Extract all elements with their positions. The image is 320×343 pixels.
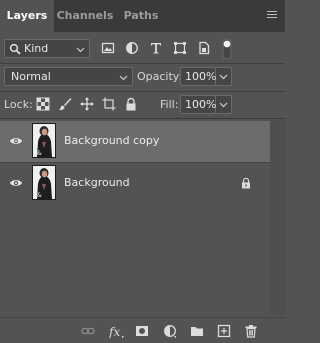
lock-label: Lock: (4, 98, 33, 111)
type-filter-icon[interactable] (149, 41, 163, 55)
panel-menu-icon[interactable] (267, 11, 277, 20)
fill-input[interactable]: 100% (180, 95, 216, 114)
lock-image-pixels-icon[interactable] (58, 97, 72, 111)
image-filter-icon[interactable] (101, 41, 115, 55)
tab-bar: Layers Channels Paths (0, 0, 285, 32)
adjustment-layer-icon[interactable] (163, 324, 177, 338)
layer-name[interactable]: Background copy (64, 134, 159, 147)
svg-text:&: & (37, 150, 42, 157)
tab-channels[interactable]: Channels (54, 0, 116, 32)
lock-artboard-icon[interactable] (102, 97, 116, 111)
lock-transparent-pixels-icon[interactable] (36, 97, 50, 111)
chevron-down-icon (219, 74, 228, 80)
adjustment-filter-icon[interactable] (125, 41, 139, 55)
lock-icon (242, 177, 250, 189)
new-layer-icon[interactable] (217, 324, 231, 338)
tab-layers[interactable]: Layers (0, 0, 54, 32)
layers-scrollbar[interactable] (270, 120, 285, 315)
layer-mask-icon[interactable] (135, 324, 149, 338)
opacity-input[interactable]: 100% (180, 67, 216, 86)
opacity-label: Opacity: (137, 70, 183, 83)
lock-all-icon[interactable] (124, 97, 138, 111)
lock-position-icon[interactable] (80, 97, 94, 111)
tab-paths[interactable]: Paths (116, 0, 166, 32)
layer-thumbnail: & (32, 165, 56, 200)
filter-kind-label: Kind (24, 42, 49, 55)
layer-thumbnail: & (32, 123, 56, 158)
chevron-down-icon (76, 47, 85, 53)
chevron-down-icon (219, 102, 228, 108)
blend-mode-value: Normal (11, 70, 51, 83)
layer-row[interactable]: & Background copy (0, 121, 270, 162)
layers-panel: Layers Channels Paths Kind Normal Opacit… (0, 0, 285, 343)
divider (0, 63, 285, 64)
eye-icon[interactable] (9, 177, 23, 189)
shape-filter-icon[interactable] (173, 41, 187, 55)
divider (0, 118, 285, 119)
search-icon (9, 43, 21, 55)
layer-row[interactable]: & Background (0, 163, 270, 204)
fill-label: Fill: (160, 98, 179, 111)
smart-object-filter-icon[interactable] (197, 41, 211, 55)
filter-toggle-icon[interactable] (222, 38, 232, 60)
layer-name[interactable]: Background (64, 176, 130, 189)
group-folder-icon[interactable] (190, 324, 204, 338)
chevron-down-icon (119, 75, 128, 81)
divider (0, 91, 285, 92)
opacity-dropdown-button[interactable] (216, 67, 232, 86)
trash-icon[interactable] (244, 324, 258, 338)
svg-text:fx: fx (109, 325, 120, 338)
fill-dropdown-button[interactable] (216, 95, 232, 114)
filter-kind-select[interactable]: Kind (4, 39, 90, 58)
eye-icon[interactable] (9, 135, 23, 147)
svg-text:&: & (37, 192, 42, 199)
link-layers-icon[interactable] (81, 324, 95, 338)
blend-mode-select[interactable]: Normal (4, 67, 133, 86)
fx-icon[interactable]: fx (109, 324, 125, 338)
layers-bottom-toolbar: fx (0, 317, 285, 343)
